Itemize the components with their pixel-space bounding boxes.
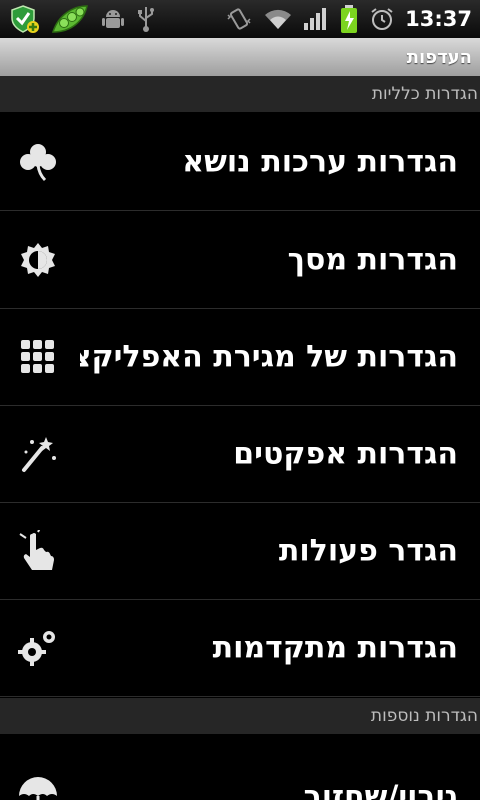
clover-icon [16,140,60,184]
gears-icon [16,626,60,670]
settings-item-label: הגדרות מתקדמות [212,630,458,666]
settings-item-label: הגדרות של מגירת האפליקציות [80,339,458,375]
signal-icon [303,7,329,31]
settings-item-label: גיבוי/שחזור [303,779,458,800]
usb-icon [136,5,156,33]
touch-gesture-icon [16,529,60,573]
settings-item-label: הגדרות ערכות נושא [182,144,458,180]
alarm-icon [369,6,395,32]
section-header-additional: הגדרות נוספות [0,698,480,734]
settings-item-app-drawer[interactable]: הגדרות של מגירת האפליקציות [0,309,480,406]
settings-item-effects[interactable]: הגדרות אפקטים [0,406,480,503]
grid-icon [16,335,60,379]
page-title: העדפות [406,46,472,68]
settings-item-label: הגדרות מסך [287,242,458,278]
status-time: 13:37 [405,7,472,31]
settings-item-actions[interactable]: הגדר פעולות [0,503,480,600]
settings-item-display[interactable]: הגדרות מסך [0,212,480,309]
settings-item-label: הגדר פעולות [278,533,458,569]
umbrella-icon [16,775,60,800]
settings-item-backup-restore[interactable]: גיבוי/שחזור [0,735,480,800]
settings-item-advanced[interactable]: הגדרות מתקדמות [0,600,480,697]
brightness-icon [16,238,60,282]
settings-item-label: הגדרות אפקטים [233,436,458,472]
status-bar: 13:37 [0,0,480,38]
settings-item-theme[interactable]: הגדרות ערכות נושא [0,114,480,211]
magic-wand-icon [16,432,60,476]
android-debug-icon [100,6,126,32]
section-header-general: הגדרות כלליות [0,76,480,112]
vibrate-icon [225,6,253,32]
wifi-icon [263,7,293,31]
section-header-label: הגדרות נוספות [370,706,478,726]
security-shield-icon [10,4,40,34]
battery-charging-icon [339,4,359,34]
section-header-label: הגדרות כלליות [371,84,478,104]
title-bar: העדפות [0,38,480,76]
pea-pod-icon [50,2,90,36]
